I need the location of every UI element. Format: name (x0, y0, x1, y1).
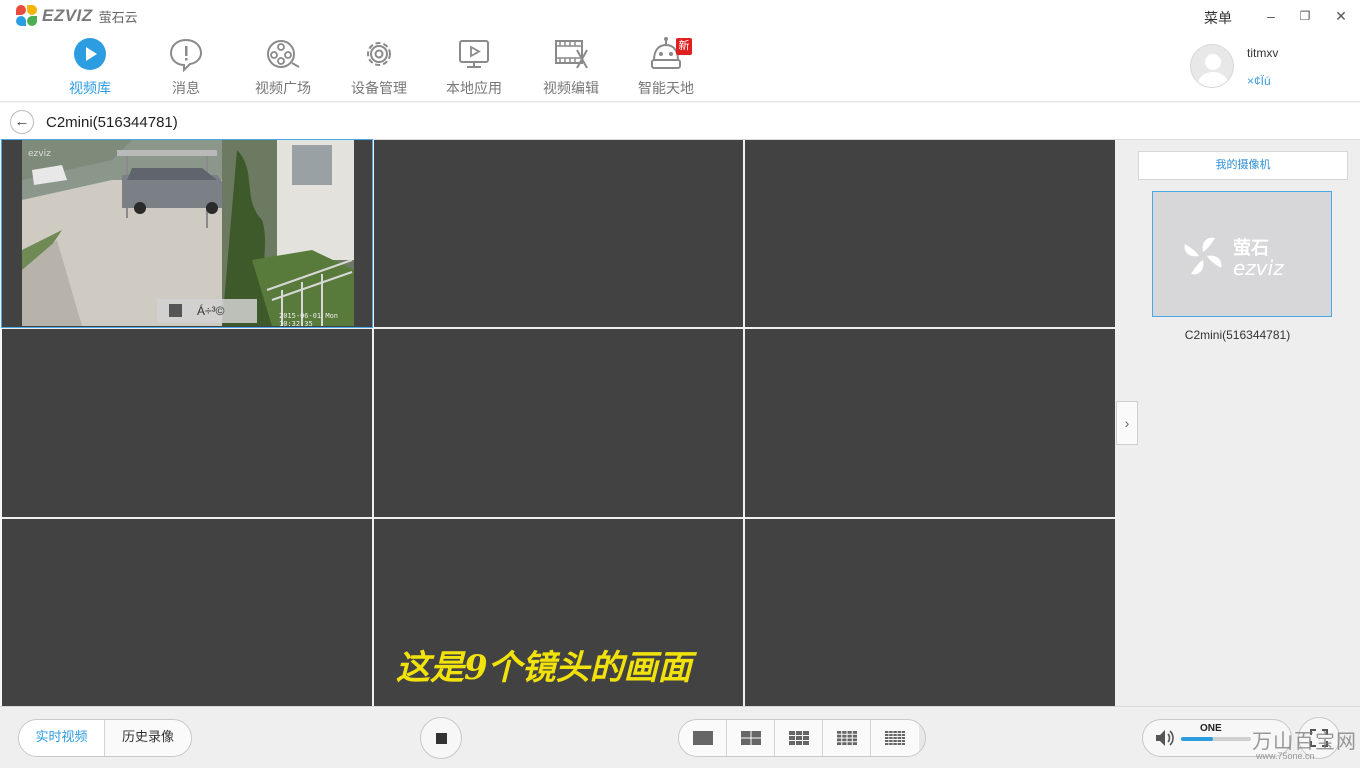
watermark-logo: ONE (1200, 723, 1222, 734)
video-cell-6[interactable] (745, 329, 1115, 517)
thumb-brand: ezviz (1233, 256, 1284, 280)
layout-3x3-button[interactable] (775, 720, 823, 756)
nav-label: 本地应用 (446, 80, 502, 96)
live-feed: ezviz Á÷³© 2015-06-01 Mon 10:32:35 (22, 140, 354, 326)
bottom-toolbar: 实时视频 历史录像 ONE 万山百宝网 www.75one.cn (0, 706, 1360, 768)
breadcrumb: ← C2mini(516344781) (0, 103, 1360, 140)
nav-label: 视频库 (69, 80, 111, 96)
video-cell-2[interactable] (374, 140, 743, 327)
nav-item-smart-world[interactable]: 新 智能天地 (626, 36, 706, 98)
video-cell-5[interactable] (374, 329, 743, 517)
stop-icon (436, 733, 447, 744)
device-title: C2mini(516344781) (46, 114, 178, 131)
collapse-panel-button[interactable]: › (1116, 401, 1138, 445)
monitor-play-icon (459, 40, 489, 68)
logout-link[interactable]: ×¢Ïú (1247, 74, 1271, 88)
avatar[interactable] (1190, 44, 1234, 88)
brand-name-cn: 萤石云 (98, 9, 138, 25)
main-nav: 视频库 消息 视频广场 设备管理 本地应用 视频编辑 新 智能天地 titmxv… (0, 32, 1360, 102)
grid-16-icon (836, 731, 857, 745)
menu-button[interactable]: 菜单 (1204, 8, 1232, 28)
video-cell-4[interactable] (2, 329, 372, 517)
video-cell-1[interactable]: ezviz Á÷³© 2015-06-01 Mon 10:32:35 (1, 139, 373, 328)
speaker-icon[interactable] (1155, 729, 1175, 747)
layout-1x1-button[interactable] (679, 720, 727, 756)
video-grid: ezviz Á÷³© 2015-06-01 Mon 10:32:35 (1, 139, 1115, 706)
camera-thumbnail[interactable]: 萤石 ezviz (1152, 191, 1332, 317)
layout-2x2-button[interactable] (727, 720, 775, 756)
stop-all-button[interactable] (420, 717, 462, 759)
ezviz-logo-icon: 萤石 ezviz (1184, 237, 1284, 280)
nav-item-video-plaza[interactable]: 视频广场 (243, 36, 323, 98)
title-bar: EZVIZ 萤石云 菜单 – ❐ ✕ (0, 0, 1360, 32)
video-cell-9[interactable] (745, 519, 1115, 706)
feed-controls: Á÷³© (157, 299, 257, 323)
watermark-text: 万山百宝网 (1252, 731, 1357, 753)
mode-switch: 实时视频 历史录像 (18, 719, 192, 757)
nav-item-local-apps[interactable]: 本地应用 (434, 36, 514, 98)
film-reel-icon (267, 40, 300, 68)
tab-playback[interactable]: 历史录像 (105, 720, 191, 756)
new-badge: 新 (676, 38, 692, 55)
feed-timestamp: 2015-06-01 Mon 10:32:35 (279, 312, 339, 326)
play-circle-icon (74, 38, 106, 70)
nav-label: 视频广场 (255, 80, 311, 96)
message-icon (169, 38, 203, 72)
camera-side-panel: 我的摄像机 萤石 ezviz C2mini(516344781) (1115, 140, 1360, 706)
nav-item-device-management[interactable]: 设备管理 (339, 36, 419, 98)
video-cell-7[interactable] (2, 519, 372, 706)
nav-label: 设备管理 (351, 80, 407, 96)
nav-item-video-editing[interactable]: 视频编辑 (531, 36, 611, 98)
tab-my-cameras[interactable]: 我的摄像机 (1138, 151, 1348, 180)
brand-name: EZVIZ (42, 6, 93, 25)
nav-item-messages[interactable]: 消息 (146, 36, 226, 98)
ezviz-logo-icon (16, 5, 38, 27)
stream-quality-select[interactable]: Á÷³© (197, 304, 224, 318)
grid-9-icon (788, 731, 809, 745)
layout-5x5-button[interactable] (871, 720, 919, 756)
restore-button[interactable]: ❐ (1294, 6, 1316, 26)
layout-4x4-button[interactable] (823, 720, 871, 756)
layout-switch (678, 719, 926, 757)
minimize-button[interactable]: – (1260, 6, 1282, 26)
single-view-icon (692, 731, 713, 745)
back-arrow-icon: ← (14, 113, 30, 130)
grid-4-icon (740, 731, 761, 745)
volume-slider[interactable] (1181, 737, 1251, 741)
video-cell-3[interactable] (745, 140, 1115, 327)
stop-feed-button[interactable] (169, 304, 182, 317)
nav-item-video-library[interactable]: 视频库 (50, 36, 130, 98)
tab-live-video[interactable]: 实时视频 (19, 720, 105, 756)
watermark-url: www.75one.cn (1256, 751, 1315, 761)
nav-label: 智能天地 (638, 80, 694, 96)
close-button[interactable]: ✕ (1330, 6, 1352, 26)
back-button[interactable]: ← (10, 110, 34, 134)
camera-name: C2mini(516344781) (1184, 328, 1291, 342)
gear-icon (367, 42, 391, 66)
app-logo: EZVIZ 萤石云 (16, 5, 138, 27)
volume-level (1181, 737, 1213, 741)
overlay-caption: 这是9个镜头的画面 (396, 648, 692, 688)
chevron-right-icon: › (1124, 415, 1130, 431)
svg-text:ezviz: ezviz (28, 149, 51, 159)
username: titmxv (1247, 46, 1279, 60)
nav-label: 消息 (172, 80, 200, 96)
film-scissors-icon (555, 40, 588, 69)
grid-25-icon (885, 731, 905, 745)
nav-label: 视频编辑 (543, 80, 599, 96)
